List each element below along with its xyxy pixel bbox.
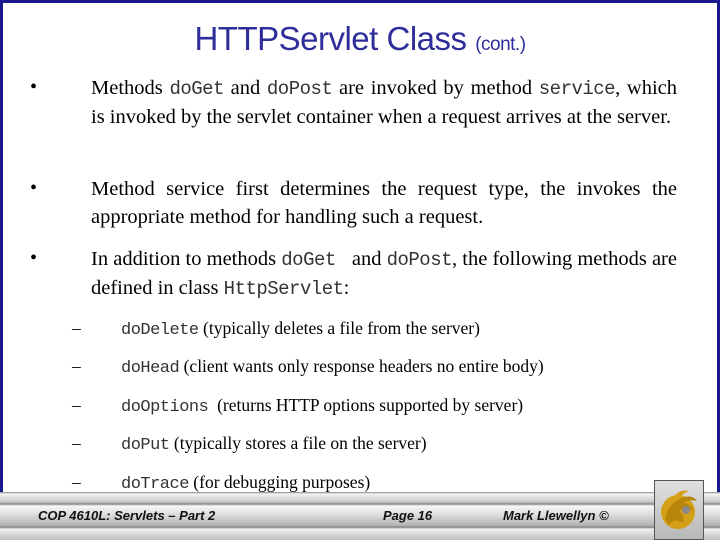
dash-marker: – — [72, 356, 81, 376]
slide: HTTPServlet Class (cont.) • Methods doGe… — [0, 0, 720, 540]
footer-page-number: Page 16 — [383, 508, 433, 523]
method-desc: (typically deletes a file from the serve… — [198, 318, 480, 338]
code-term: doGet — [281, 249, 347, 271]
bullet-text-3: In addition to methods doGet and doPost,… — [91, 246, 677, 303]
method-name: doOptions — [121, 398, 209, 417]
method-desc: (typically stores a file on the server) — [169, 433, 427, 453]
code-term: doPost — [266, 78, 333, 100]
text-run: In addition to methods — [91, 248, 282, 270]
method-name: doHead — [121, 359, 180, 378]
slide-title: HTTPServlet Class (cont.) — [0, 20, 720, 58]
dash-marker: – — [72, 472, 81, 492]
text-run: are invoked by method — [332, 77, 539, 99]
method-item-dohead: – doHead (client wants only response head… — [72, 356, 544, 378]
text-run: Method service first determines the requ… — [91, 178, 677, 228]
code-term: doPost — [386, 249, 453, 271]
code-term: HttpServlet — [223, 277, 344, 300]
bullet-marker: • — [30, 247, 38, 269]
method-item-dooptions: – doOptions (returns HTTP options support… — [72, 395, 523, 417]
bullet-text-1: Methods doGet and doPost are invoked by … — [91, 75, 677, 131]
method-name: doDelete — [121, 321, 199, 340]
code-term: doGet — [169, 78, 224, 100]
bullet-marker: • — [30, 177, 38, 199]
text-run: : — [343, 276, 350, 299]
text-run: Methods — [91, 77, 170, 99]
method-item-dotrace: – doTrace (for debugging purposes) — [72, 472, 370, 494]
text-run: and — [346, 248, 387, 270]
method-desc: (returns HTTP options supported by serve… — [208, 395, 524, 415]
logo-frame — [654, 480, 704, 540]
text-run: and — [223, 77, 267, 99]
code-term: service — [538, 78, 616, 100]
method-name: doPut — [121, 436, 170, 455]
dash-marker: – — [72, 433, 81, 453]
title-main: HTTPServlet Class — [194, 20, 467, 57]
method-item-dodelete: – doDelete (typically deletes a file from… — [72, 318, 480, 340]
bullet-marker: • — [30, 76, 38, 98]
dash-marker: – — [72, 318, 81, 338]
footer-author: Mark Llewellyn © — [503, 508, 609, 523]
method-desc: (for debugging purposes) — [188, 472, 371, 492]
footer-course: COP 4610L: Servlets – Part 2 — [38, 508, 216, 523]
ucf-pegasus-logo-icon — [661, 490, 697, 529]
dash-marker: – — [72, 395, 81, 415]
bullet-text-2: Method service first determines the requ… — [91, 176, 677, 231]
title-suffix: (cont.) — [475, 34, 526, 55]
method-item-doput: – doPut (typically stores a file on the s… — [72, 433, 427, 455]
method-desc: (client wants only response headers no e… — [179, 356, 544, 376]
